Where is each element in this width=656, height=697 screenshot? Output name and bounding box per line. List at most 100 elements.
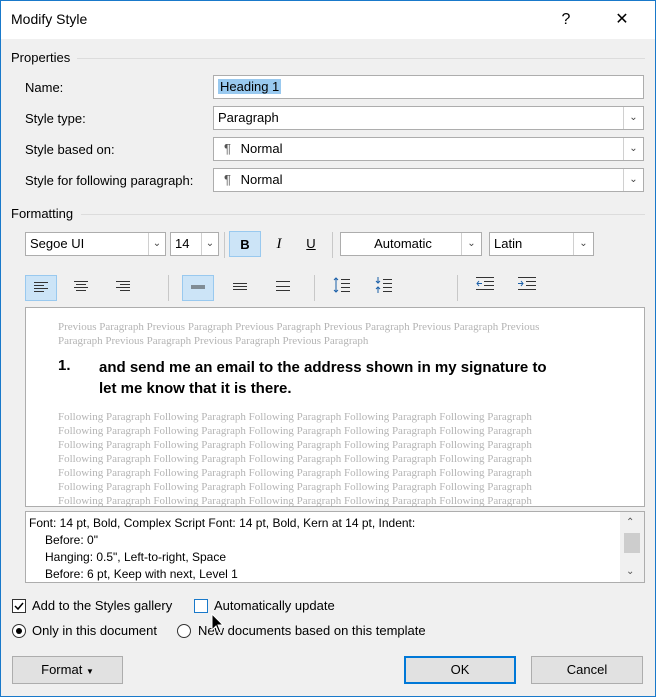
font-color-select[interactable]: Automatic ⌄ (340, 232, 482, 256)
auto-update-checkbox[interactable] (194, 599, 208, 613)
chevron-down-icon[interactable]: ⌄ (623, 107, 643, 129)
underline-button[interactable]: U (295, 231, 327, 257)
following-paragraph-line: Following Paragraph Following Paragraph … (58, 495, 532, 507)
add-to-gallery-label: Add to the Styles gallery (32, 598, 173, 613)
name-input[interactable]: Heading 1 (213, 75, 644, 99)
close-button[interactable]: ✕ (599, 1, 645, 39)
font-size-select[interactable]: 14 ⌄ (170, 232, 219, 256)
bold-button[interactable]: B (229, 231, 261, 257)
cancel-button[interactable]: Cancel (531, 656, 643, 684)
pilcrow-icon: ¶ (224, 172, 231, 187)
single-spacing-icon (191, 285, 205, 289)
chevron-down-icon[interactable]: ⌄ (461, 233, 481, 255)
ok-button[interactable]: OK (404, 656, 516, 684)
style-preview: Previous Paragraph Previous Paragraph Pr… (25, 307, 645, 507)
following-paragraph-label: Style for following paragraph: (25, 173, 194, 188)
align-left-icon (34, 282, 48, 292)
based-on-label: Style based on: (25, 142, 115, 157)
properties-section-label: Properties (11, 50, 71, 65)
description-scrollbar[interactable]: ⌃ ⌄ (620, 512, 644, 582)
italic-button[interactable]: I (263, 231, 295, 257)
new-documents-radio[interactable] (177, 624, 191, 638)
chevron-down-icon[interactable]: ⌄ (623, 169, 643, 191)
following-paragraph-line: Following Paragraph Following Paragraph … (58, 453, 532, 465)
description-line: Before: 0" (45, 533, 98, 547)
one-half-spacing-icon (233, 283, 247, 290)
dialog-title: Modify Style (11, 11, 88, 27)
modify-style-dialog: Modify Style ? ✕ Properties Name: Headin… (0, 0, 656, 697)
scroll-down-icon[interactable]: ⌄ (626, 563, 634, 580)
align-left-button[interactable] (25, 275, 57, 301)
following-paragraph-block: Following Paragraph Following Paragraph … (58, 410, 618, 507)
add-to-gallery-checkbox[interactable] (12, 599, 26, 613)
font-select[interactable]: Segoe UI ⌄ (25, 232, 166, 256)
name-value: Heading 1 (218, 79, 282, 94)
double-spacing-button[interactable] (267, 275, 299, 301)
previous-paragraph-text: Previous Paragraph Previous Paragraph Pr… (58, 321, 540, 347)
script-value: Latin (494, 236, 523, 251)
style-type-select[interactable]: Paragraph ⌄ (213, 106, 644, 130)
align-center-icon (74, 281, 88, 291)
style-type-value: Paragraph (218, 110, 279, 125)
following-paragraph-line: Following Paragraph Following Paragraph … (58, 467, 532, 479)
style-type-label: Style type: (25, 111, 86, 126)
one-half-spacing-button[interactable] (224, 275, 256, 301)
help-button[interactable]: ? (543, 1, 589, 39)
double-spacing-icon (276, 281, 290, 291)
script-select[interactable]: Latin ⌄ (489, 232, 594, 256)
based-on-select[interactable]: ¶ Normal ⌄ (213, 137, 644, 161)
only-this-document-label: Only in this document (32, 623, 158, 638)
scroll-up-icon[interactable]: ⌃ (626, 514, 634, 531)
align-right-icon (116, 281, 130, 291)
radio-dot (16, 628, 22, 634)
increase-indent-icon (518, 277, 536, 290)
description-line: Font: 14 pt, Bold, Complex Script Font: … (29, 516, 416, 530)
description-line: Hanging: 0.5", Left-to-right, Space (45, 550, 227, 564)
decrease-indent-icon (476, 277, 494, 290)
decrease-indent-button[interactable] (469, 275, 501, 301)
align-center-button[interactable] (65, 275, 97, 301)
format-button[interactable]: Format ▼ (12, 656, 123, 684)
increase-paragraph-spacing-button[interactable] (326, 275, 358, 301)
following-paragraph-line: Following Paragraph Following Paragraph … (58, 411, 532, 423)
dialog-body: Properties Name: Heading 1 Style type: P… (1, 39, 655, 696)
following-paragraph-select[interactable]: ¶ Normal ⌄ (213, 168, 644, 192)
toolbar-divider (224, 232, 225, 258)
following-paragraph-line: Following Paragraph Following Paragraph … (58, 439, 532, 451)
toolbar-divider (168, 275, 169, 301)
name-label: Name: (25, 80, 64, 95)
following-paragraph-line: Following Paragraph Following Paragraph … (58, 481, 532, 493)
heading-preview-text: and send me an email to the address show… (99, 357, 639, 399)
font-color-value: Automatic (374, 236, 432, 251)
mouse-cursor-icon (211, 613, 225, 634)
formatting-divider (81, 214, 645, 215)
increase-spacing-icon (333, 277, 350, 293)
decrease-paragraph-spacing-button[interactable] (368, 275, 400, 301)
heading-line-1: and send me an email to the address show… (99, 359, 547, 376)
align-right-button[interactable] (107, 275, 139, 301)
style-description: Font: 14 pt, Bold, Complex Script Font: … (25, 511, 645, 583)
heading-number: 1. (58, 357, 71, 374)
chevron-down-icon[interactable]: ⌄ (148, 233, 165, 255)
dropdown-arrow-icon: ▼ (85, 667, 94, 676)
checkmark-icon (14, 602, 24, 611)
font-value: Segoe UI (30, 236, 85, 251)
based-on-value: Normal (240, 141, 283, 156)
heading-line-2: let me know that it is there. (99, 380, 292, 397)
chevron-down-icon[interactable]: ⌄ (623, 138, 643, 160)
chevron-down-icon[interactable]: ⌄ (573, 233, 593, 255)
chevron-down-icon[interactable]: ⌄ (201, 233, 218, 255)
pilcrow-icon: ¶ (224, 141, 231, 156)
new-documents-label: New documents based on this template (198, 623, 426, 638)
increase-indent-button[interactable] (511, 275, 543, 301)
following-paragraph-line: Following Paragraph Following Paragraph … (58, 425, 532, 437)
toolbar-divider (332, 232, 333, 258)
single-spacing-button[interactable] (182, 275, 214, 301)
following-paragraph-value: Normal (240, 172, 283, 187)
scroll-thumb[interactable] (624, 533, 640, 553)
decrease-spacing-icon (375, 277, 392, 293)
only-this-document-radio[interactable] (12, 624, 26, 638)
description-line: Before: 6 pt, Keep with next, Level 1 (45, 567, 238, 581)
toolbar-divider (314, 275, 315, 301)
auto-update-label: Automatically update (214, 598, 335, 613)
